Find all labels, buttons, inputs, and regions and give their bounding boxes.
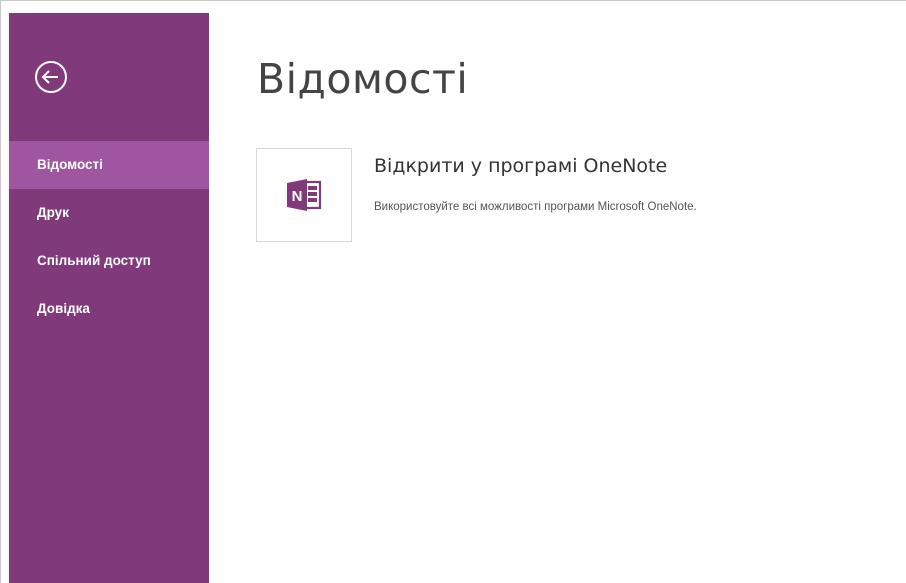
page-title: Відомості [257,55,469,103]
onenote-logo-icon: N [287,179,322,211]
nav-item-help[interactable]: Довідка [9,285,209,333]
backstage-sidebar: Відомості Друк Спільний доступ Довідка [9,13,209,583]
backstage-main: Відомості N Відкрити у програмі OneNote … [209,13,906,583]
nav-item-share[interactable]: Спільний доступ [9,237,209,285]
nav-item-info[interactable]: Відомості [9,141,209,189]
open-in-onenote-title[interactable]: Відкрити у програмі OneNote [374,155,667,177]
nav-item-print[interactable]: Друк [9,189,209,237]
open-in-onenote-description: Використовуйте всі можливості програми M… [374,201,697,213]
window: Відомості Друк Спільний доступ Довідка В… [0,0,906,583]
backstage-nav: Відомості Друк Спільний доступ Довідка [9,141,209,333]
back-button[interactable] [33,59,69,95]
open-in-onenote-tile[interactable]: N [256,148,352,242]
arrow-left-circle-icon [35,61,67,93]
onenote-logo-letter: N [292,188,303,205]
